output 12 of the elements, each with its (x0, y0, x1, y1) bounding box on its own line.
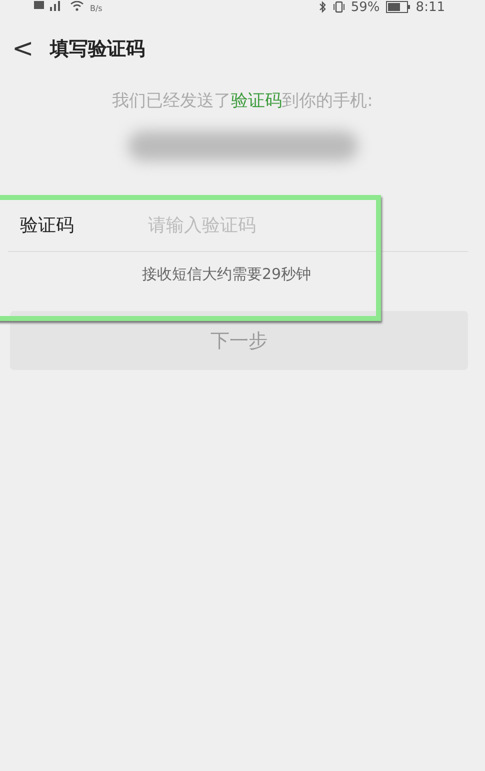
wifi-icon (70, 1, 84, 11)
code-label: 验证码 (20, 214, 75, 237)
network-speed: B/s (90, 4, 102, 13)
back-button[interactable]: < (6, 34, 40, 64)
sent-message: 我们已经发送了验证码到你的手机: (111, 90, 374, 113)
bluetooth-icon (318, 1, 327, 13)
countdown-hint: 接收短信大约需要29秒钟 (142, 265, 312, 285)
vibrate-icon (332, 1, 345, 13)
battery-percent: 59% (350, 1, 380, 15)
clock: 8:11 (416, 1, 445, 15)
page-title: 填写验证码 (50, 37, 145, 62)
battery-icon (386, 1, 410, 13)
